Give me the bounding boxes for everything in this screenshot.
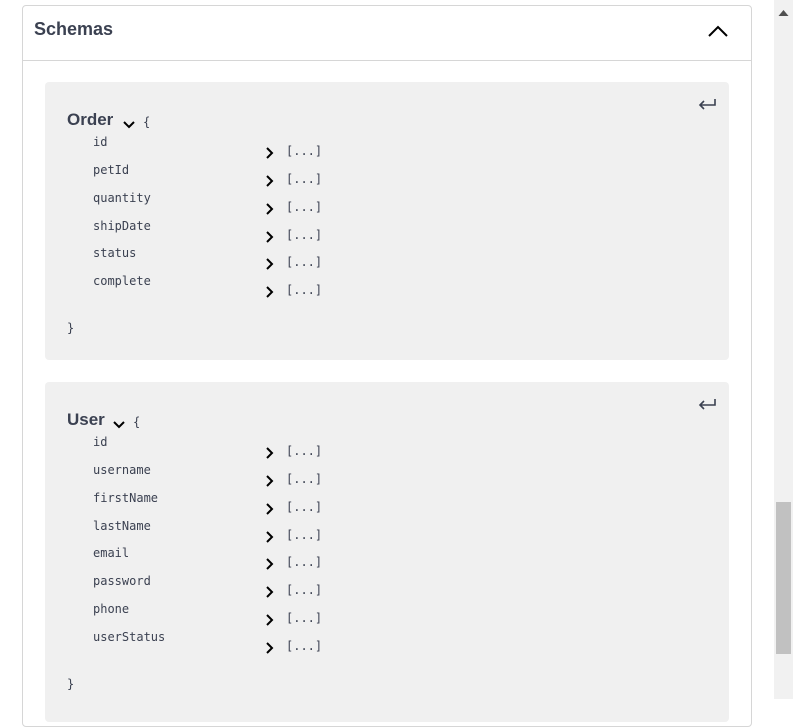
property-name: username bbox=[93, 463, 151, 477]
model-title-order[interactable]: Order bbox=[67, 110, 113, 130]
collapsed-value: [...] bbox=[286, 283, 323, 297]
collapsed-value: [...] bbox=[286, 200, 323, 214]
property-name: id bbox=[93, 135, 108, 149]
collapsed-value: [...] bbox=[286, 528, 323, 542]
close-brace: } bbox=[67, 321, 75, 335]
chevron-right-icon bbox=[266, 203, 274, 215]
property-name: firstName bbox=[93, 491, 159, 505]
collapsed-value: [...] bbox=[286, 500, 323, 514]
collapsed-value: [...] bbox=[286, 444, 323, 458]
model-box-order: Order { id [...] petId [...] quantity [.… bbox=[45, 82, 729, 360]
chevron-up-icon[interactable] bbox=[707, 23, 729, 39]
open-brace: { bbox=[133, 415, 141, 429]
chevron-right-icon bbox=[266, 447, 274, 459]
collapsed-value: [...] bbox=[286, 228, 323, 242]
chevron-right-icon bbox=[266, 558, 274, 570]
property-name: password bbox=[93, 574, 151, 588]
chevron-right-icon bbox=[266, 258, 274, 270]
chevron-down-icon[interactable] bbox=[112, 417, 126, 429]
property-name: complete bbox=[93, 274, 151, 288]
property-name: userStatus bbox=[93, 630, 166, 644]
property-name: quantity bbox=[93, 191, 151, 205]
chevron-right-icon bbox=[266, 286, 274, 298]
schemas-header[interactable]: Schemas bbox=[23, 6, 751, 61]
collapsed-value: [...] bbox=[286, 255, 323, 269]
chevron-right-icon bbox=[266, 614, 274, 626]
return-arrow-icon[interactable] bbox=[697, 97, 717, 111]
chevron-down-icon[interactable] bbox=[122, 117, 136, 129]
property-name: email bbox=[93, 546, 130, 560]
chevron-right-icon bbox=[266, 147, 274, 159]
collapsed-value: [...] bbox=[286, 639, 323, 653]
property-name: status bbox=[93, 246, 137, 260]
chevron-right-icon bbox=[266, 175, 274, 187]
vertical-scrollbar[interactable] bbox=[774, 0, 793, 699]
property-name: petId bbox=[93, 163, 130, 177]
return-arrow-icon[interactable] bbox=[697, 397, 717, 411]
scrollbar-thumb[interactable] bbox=[776, 502, 791, 654]
close-brace: } bbox=[67, 677, 75, 691]
schemas-section: Schemas Order { id [...] petId [...] qua… bbox=[22, 5, 752, 727]
collapsed-value: [...] bbox=[286, 611, 323, 625]
collapsed-value: [...] bbox=[286, 583, 323, 597]
collapsed-value: [...] bbox=[286, 144, 323, 158]
chevron-right-icon bbox=[266, 642, 274, 654]
chevron-right-icon bbox=[266, 503, 274, 515]
collapsed-value: [...] bbox=[286, 172, 323, 186]
chevron-right-icon bbox=[266, 475, 274, 487]
scroll-up-arrow-icon[interactable] bbox=[778, 4, 789, 22]
collapsed-value: [...] bbox=[286, 555, 323, 569]
property-name: shipDate bbox=[93, 219, 151, 233]
chevron-right-icon bbox=[266, 586, 274, 598]
property-name: id bbox=[93, 435, 108, 449]
model-title-user[interactable]: User bbox=[67, 410, 105, 430]
property-name: lastName bbox=[93, 519, 151, 533]
collapsed-value: [...] bbox=[286, 472, 323, 486]
model-box-user: User { id [...] username [...] firstName… bbox=[45, 382, 729, 722]
chevron-right-icon bbox=[266, 231, 274, 243]
schemas-title: Schemas bbox=[34, 19, 114, 39]
chevron-right-icon bbox=[266, 531, 274, 543]
open-brace: { bbox=[143, 115, 151, 129]
property-name: phone bbox=[93, 602, 130, 616]
